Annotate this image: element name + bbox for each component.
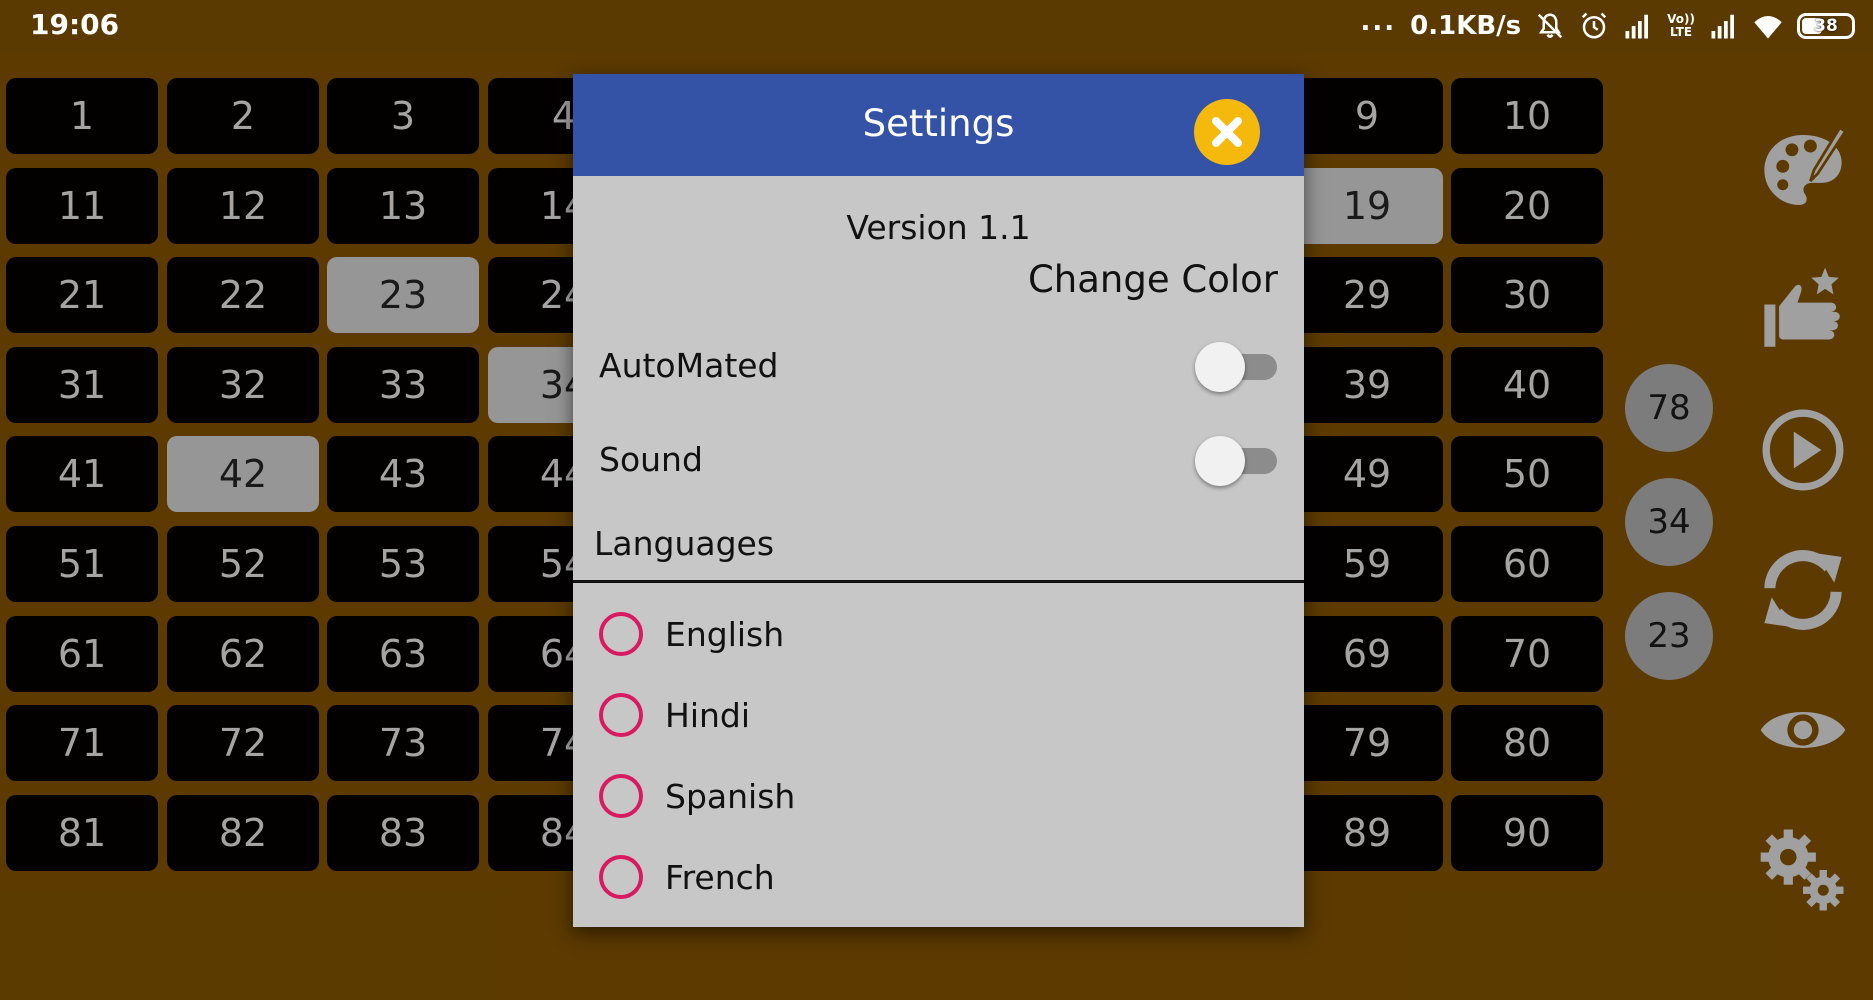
status-bar: 19:06 ... 0.1KB/s Vo)) LTE 38	[0, 0, 1873, 52]
automated-label: AutoMated	[599, 346, 779, 385]
volte-icon: Vo)) LTE	[1667, 12, 1695, 39]
dialog-header: Settings	[573, 74, 1304, 176]
language-option-english[interactable]: English	[599, 605, 784, 663]
radio-button[interactable]	[599, 774, 643, 818]
automated-switch[interactable]	[1195, 342, 1279, 392]
switch-thumb	[1195, 342, 1245, 392]
close-icon	[1212, 117, 1242, 147]
battery-level: 38	[1814, 16, 1838, 36]
version-text: Version 1.1	[846, 208, 1031, 247]
mute-icon	[1538, 13, 1563, 39]
radio-label: English	[665, 614, 785, 654]
signal-icon	[1625, 14, 1649, 39]
battery-icon: 38	[1797, 13, 1855, 39]
language-option-spanish[interactable]: Spanish	[599, 767, 795, 825]
wifi-icon	[1754, 16, 1782, 39]
network-speed: 0.1KB/s	[1410, 11, 1522, 41]
change-color-button[interactable]: Change Color	[1028, 258, 1278, 301]
radio-label: Hindi	[665, 695, 751, 735]
languages-heading: Languages	[594, 524, 775, 563]
status-time: 19:06	[30, 8, 120, 41]
switch-thumb	[1195, 436, 1245, 486]
radio-label: Spanish	[665, 776, 796, 816]
settings-dialog: Settings Version 1.1 Change Color AutoMa…	[573, 74, 1304, 927]
radio-button[interactable]	[599, 693, 643, 737]
close-button[interactable]	[1194, 99, 1260, 165]
signal-icon	[1711, 14, 1734, 39]
sound-switch[interactable]	[1195, 436, 1279, 486]
language-option-hindi[interactable]: Hindi	[599, 686, 750, 744]
radio-button[interactable]	[599, 612, 643, 656]
radio-button[interactable]	[599, 855, 643, 899]
divider	[573, 580, 1304, 583]
radio-label: French	[665, 857, 775, 897]
alarm-icon	[1582, 12, 1607, 39]
language-option-french[interactable]: French	[599, 848, 775, 906]
sound-label: Sound	[599, 440, 703, 479]
status-overflow: ...	[1360, 7, 1397, 37]
